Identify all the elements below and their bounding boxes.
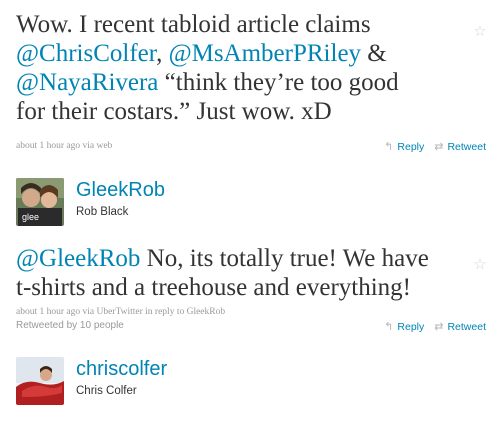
- star-icon[interactable]: ☆: [472, 24, 488, 40]
- mention-link[interactable]: @NayaRivera: [16, 69, 158, 96]
- via-label: via: [80, 307, 97, 317]
- via-label: via: [80, 141, 97, 151]
- reply-button[interactable]: ↰ Reply: [384, 320, 425, 334]
- reply-button[interactable]: ↰ Reply: [384, 140, 425, 154]
- tweet-text-segment: &: [361, 40, 387, 67]
- avatar[interactable]: glee: [16, 178, 64, 226]
- tweet-actions: ↰ Reply ⇄ Retweet: [384, 320, 486, 334]
- screen-name-link[interactable]: GleekRob: [76, 178, 165, 202]
- tweet-meta: about 1 hour ago via web: [16, 141, 112, 152]
- author-info: GleekRob Rob Black: [76, 178, 165, 219]
- full-name: Chris Colfer: [76, 385, 137, 397]
- source-link[interactable]: web: [96, 141, 112, 151]
- timestamp-link[interactable]: about 1 hour ago: [16, 141, 80, 151]
- avatar[interactable]: [16, 357, 64, 405]
- full-name: Rob Black: [76, 206, 129, 218]
- tweet-text-segment: Wow. I recent tabloid article claims: [16, 11, 371, 38]
- retweet-icon: ⇄: [434, 141, 444, 153]
- tweet-text-segment: ,: [156, 40, 169, 67]
- reply-arrow-icon: ↰: [384, 141, 394, 153]
- star-icon[interactable]: ☆: [472, 257, 488, 273]
- svg-text:glee: glee: [22, 212, 39, 222]
- timestamp-link[interactable]: about 1 hour ago: [16, 307, 80, 317]
- mention-link[interactable]: @GleekRob: [16, 245, 140, 272]
- tweet-author: chriscolfer Chris Colfer: [16, 357, 167, 405]
- author-info: chriscolfer Chris Colfer: [76, 357, 167, 398]
- reply-label: Reply: [397, 320, 425, 333]
- in-reply-to-link[interactable]: GleekRob: [187, 307, 226, 317]
- source-link[interactable]: UberTwitter: [96, 307, 142, 317]
- retweet-label: Retweet: [447, 140, 486, 153]
- tweet-text-segment: “think they’re too good: [158, 69, 399, 96]
- retweet-icon: ⇄: [434, 321, 444, 333]
- mention-link[interactable]: @ChrisColfer: [16, 40, 156, 67]
- tweet-text-segment: for their costars.” Just wow. xD: [16, 98, 332, 125]
- reply-label: Reply: [397, 140, 425, 153]
- in-reply-to-label: in reply to: [142, 307, 187, 317]
- retweet-count[interactable]: Retweeted by 10 people: [16, 320, 124, 331]
- reply-arrow-icon: ↰: [384, 321, 394, 333]
- tweet-text-segment: t-shirts and a treehouse and everything!: [16, 274, 412, 301]
- retweet-button[interactable]: ⇄ Retweet: [434, 320, 486, 334]
- mention-link[interactable]: @MsAmberPRiley: [169, 40, 361, 67]
- tweet-text: Wow. I recent tabloid article claims @Ch…: [16, 10, 456, 126]
- tweet-actions: ↰ Reply ⇄ Retweet: [384, 140, 486, 154]
- tweet-text-segment: No, its totally true! We have: [140, 245, 429, 272]
- retweet-button[interactable]: ⇄ Retweet: [434, 140, 486, 154]
- retweet-label: Retweet: [447, 320, 486, 333]
- tweet-author: glee GleekRob Rob Black: [16, 178, 165, 226]
- tweet-meta: about 1 hour ago via UberTwitter in repl…: [16, 307, 225, 318]
- tweet-text: @GleekRob No, its totally true! We have …: [16, 244, 456, 302]
- screen-name-link[interactable]: chriscolfer: [76, 357, 167, 381]
